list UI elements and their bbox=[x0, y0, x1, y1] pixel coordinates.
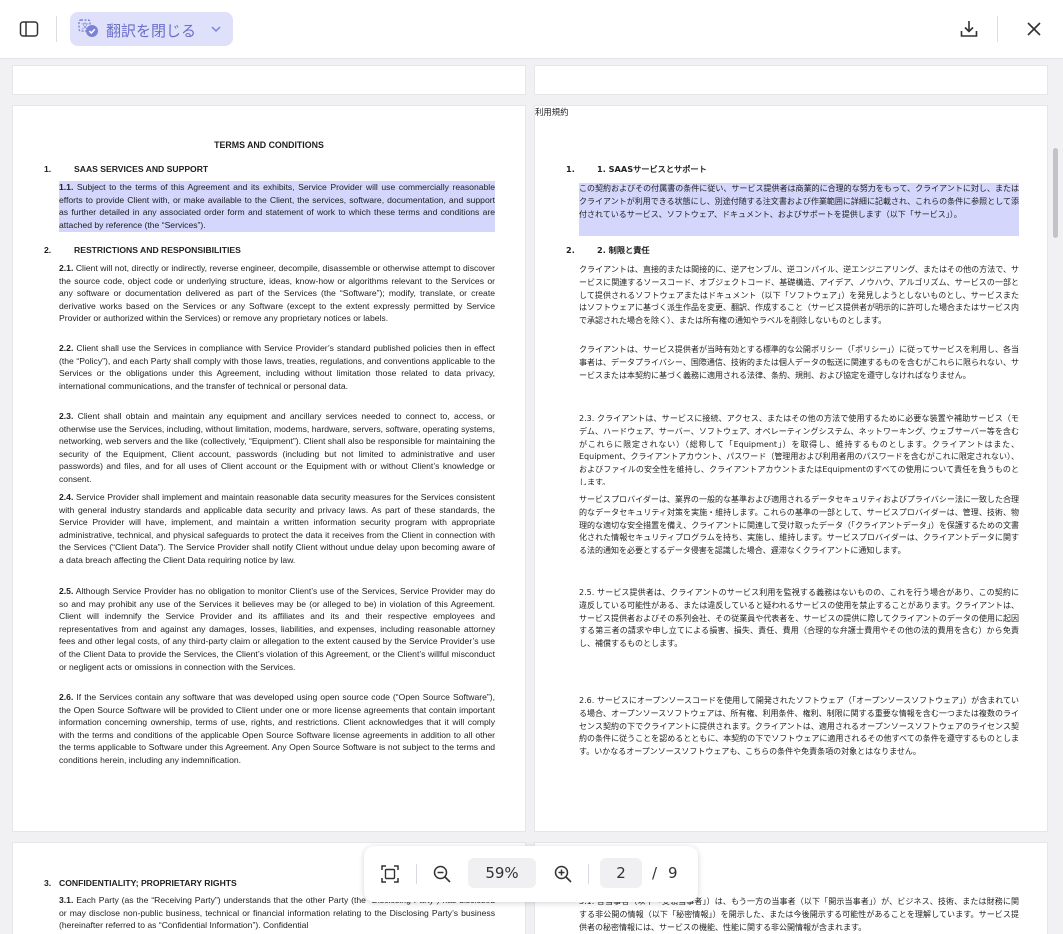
section-number: 1. bbox=[44, 164, 52, 174]
clause-number: 3.1. bbox=[59, 895, 74, 905]
translated-clause-2-4: サービスプロバイダーは、業界の一般的な基準および適用されるデータセキュリティおよ… bbox=[579, 494, 1019, 574]
clause-2-1: 2.1. Client will not, directly or indire… bbox=[59, 262, 495, 339]
zoom-in-icon bbox=[554, 865, 572, 883]
close-translation-label: 翻訳を閉じる bbox=[106, 22, 197, 40]
zoom-bar-divider bbox=[588, 864, 589, 884]
clause-text: Subject to the terms of this Agreement a… bbox=[59, 182, 495, 230]
translated-clause-2-2: クライアントは、サービス提供者が当時有効とする標準的な公開ポリシー（「ポリシー」… bbox=[579, 344, 1019, 397]
sidebar-toggle-button[interactable] bbox=[14, 14, 44, 44]
original-page: TERMS AND CONDITIONS 1. SAAS SERVICES AN… bbox=[13, 106, 525, 831]
vertical-scrollbar-thumb[interactable] bbox=[1053, 148, 1058, 238]
clause-text: 3.1. 各当事者（以下「受領当事者」）は、もう一方の当事者（以下「開示当事者」… bbox=[579, 897, 1019, 932]
previous-page-original bbox=[13, 66, 525, 94]
clause-text: Service Provider shall implement and mai… bbox=[59, 492, 495, 565]
close-icon bbox=[1027, 22, 1041, 36]
section-heading: RESTRICTIONS AND RESPONSIBILITIES bbox=[74, 245, 241, 255]
clause-2-5: 2.5. Although Service Provider has no ob… bbox=[59, 585, 495, 687]
clause-2-2: 2.2. Client shall use the Services in co… bbox=[59, 342, 495, 406]
clause-text: Client will not, directly or indirectly,… bbox=[59, 263, 495, 324]
section-heading: 1. SAASサービスとサポート bbox=[597, 164, 707, 174]
section-heading: SAAS SERVICES AND SUPPORT bbox=[74, 164, 209, 174]
download-button[interactable] bbox=[954, 14, 984, 44]
clause-text: Client shall obtain and maintain any equ… bbox=[59, 411, 495, 484]
zoom-bar-divider bbox=[416, 864, 417, 884]
clause-number: 2.6. bbox=[59, 692, 74, 702]
clause-number: 2.1. bbox=[59, 263, 74, 273]
zoom-out-button[interactable] bbox=[427, 859, 457, 889]
section-number: 3. bbox=[44, 878, 52, 888]
clause-2-6: 2.6. If the Services contain any softwar… bbox=[59, 691, 495, 780]
clause-text: Although Service Provider has no obligat… bbox=[59, 586, 495, 672]
current-page-input[interactable]: 2 bbox=[600, 858, 642, 888]
translated-page: 利用規約 1. 1. SAASサービスとサポート この契約およびその付属書の条件… bbox=[535, 106, 1047, 831]
clause-number: 2.3. bbox=[59, 411, 74, 421]
clause-text: Client shall use the Services in complia… bbox=[59, 343, 495, 391]
clause-text: クライアントは、サービス提供者が当時有効とする標準的な公開ポリシー（「ポリシー」… bbox=[579, 345, 1019, 380]
close-translation-button[interactable]: 文 翻訳を閉じる bbox=[70, 12, 233, 46]
clause-number: 2.4. bbox=[59, 492, 74, 502]
section-heading: 2. 制限と責任 bbox=[597, 245, 650, 255]
zoom-level[interactable]: 59% bbox=[468, 858, 536, 888]
clause-text: 2.6. サービスにオープンソースコードを使用して開発されたソフトウェア（「オー… bbox=[579, 696, 1019, 757]
close-button[interactable] bbox=[1019, 14, 1049, 44]
translated-clause-2-1: クライアントは、直接的または間接的に、逆アセンブル、逆コンパイル、逆エンジニアリ… bbox=[579, 264, 1019, 328]
clause-text: サービスプロバイダーは、業界の一般的な基準および適用されるデータセキュリティおよ… bbox=[579, 495, 1019, 556]
clause-1-1[interactable]: 1.1. Subject to the terms of this Agreem… bbox=[59, 181, 495, 232]
section-number: 1. bbox=[566, 164, 575, 174]
translated-clause-2-6: 2.6. サービスにオープンソースコードを使用して開発されたソフトウェア（「オー… bbox=[579, 695, 1019, 775]
clause-text: 2.5. サービス提供者は、クライアントのサービス利用を監視する義務はないものの… bbox=[579, 588, 1019, 649]
clause-number: 1.1. bbox=[59, 182, 74, 192]
total-pages: 9 bbox=[668, 864, 678, 882]
translate-icon: 文 bbox=[78, 19, 98, 37]
top-toolbar: 文 翻訳を閉じる bbox=[0, 0, 1063, 59]
page-title: TERMS AND CONDITIONS bbox=[214, 140, 324, 150]
clause-text: クライアントは、直接的または間接的に、逆アセンブル、逆コンパイル、逆エンジニアリ… bbox=[579, 265, 1019, 326]
clause-2-3: 2.3. Client shall obtain and maintain an… bbox=[59, 410, 495, 487]
page-separator: / bbox=[652, 864, 658, 882]
section-number: 2. bbox=[566, 245, 575, 255]
fit-page-button[interactable] bbox=[375, 859, 405, 889]
clause-text: If the Services contain any software tha… bbox=[59, 692, 495, 765]
chevron-down-icon bbox=[211, 26, 221, 33]
translated-clause-1-1[interactable]: この契約およびその付属書の条件に従い、サービス提供者は商業的に合理的な努力をもっ… bbox=[579, 183, 1019, 236]
clause-text: 2.3. クライアントは、サービスに接続、アクセス、またはその他の方法で使用する… bbox=[579, 414, 1019, 485]
download-icon bbox=[960, 21, 978, 37]
fit-page-icon bbox=[381, 865, 399, 883]
translated-clause-2-3: 2.3. クライアントは、サービスに接続、アクセス、またはその他の方法で使用する… bbox=[579, 413, 1019, 485]
toolbar-divider bbox=[56, 16, 57, 42]
previous-page-translated bbox=[535, 66, 1047, 94]
zoom-out-icon bbox=[433, 865, 451, 883]
clause-text: この契約およびその付属書の条件に従い、サービス提供者は商業的に合理的な努力をもっ… bbox=[579, 184, 1019, 219]
clause-number: 2.5. bbox=[59, 586, 74, 596]
clause-number: 2.2. bbox=[59, 343, 74, 353]
clause-2-4: 2.4. Service Provider shall implement an… bbox=[59, 491, 495, 580]
zoom-in-button[interactable] bbox=[548, 859, 578, 889]
toolbar-divider bbox=[997, 16, 998, 42]
section-heading: CONFIDENTIALITY; PROPRIETARY RIGHTS bbox=[59, 878, 237, 888]
zoom-page-control-bar: 59% 2 / 9 bbox=[364, 846, 698, 902]
page-title: 利用規約 bbox=[535, 107, 569, 117]
section-number: 2. bbox=[44, 245, 52, 255]
sidebar-toggle-icon bbox=[19, 21, 39, 37]
translated-clause-2-5: 2.5. サービス提供者は、クライアントのサービス利用を監視する義務はないものの… bbox=[579, 587, 1019, 667]
